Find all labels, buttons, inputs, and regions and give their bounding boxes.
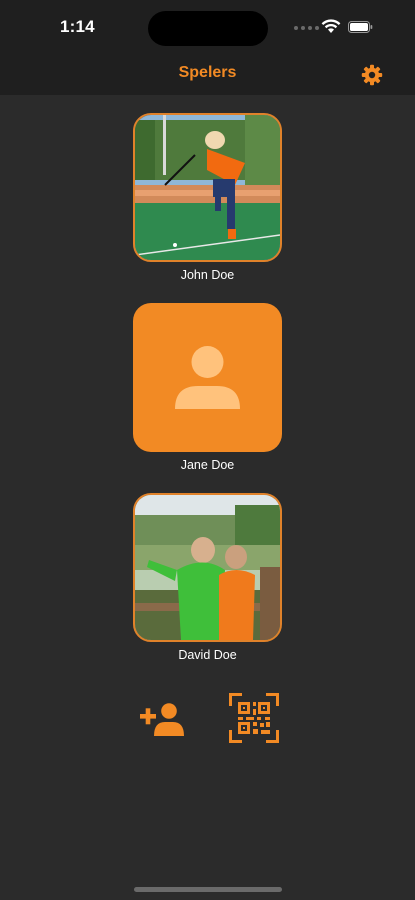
dynamic-island bbox=[148, 11, 268, 46]
person-add-icon bbox=[140, 703, 184, 736]
qr-code-scan-icon bbox=[229, 693, 279, 743]
player-name: Jane Doe bbox=[180, 458, 235, 472]
status-bar: 1:14 bbox=[0, 0, 415, 52]
person-placeholder-icon bbox=[175, 346, 240, 409]
navigation-bar: Spelers bbox=[0, 52, 415, 95]
two-boys-at-zoo-photo bbox=[135, 495, 280, 640]
players-list: John Doe Jane Doe David Doe bbox=[0, 95, 415, 900]
battery-icon bbox=[348, 20, 373, 33]
player-photo bbox=[133, 493, 282, 642]
add-player-button[interactable] bbox=[137, 698, 187, 738]
gear-icon bbox=[361, 64, 383, 86]
page-title: Spelers bbox=[178, 64, 237, 81]
player-photo bbox=[133, 303, 282, 452]
field-hockey-player-photo bbox=[135, 115, 280, 260]
scan-qr-button[interactable] bbox=[229, 693, 279, 743]
player-photo bbox=[133, 113, 282, 262]
home-indicator bbox=[134, 887, 282, 892]
player-card-david-doe[interactable]: David Doe bbox=[133, 493, 282, 663]
player-card-john-doe[interactable]: John Doe bbox=[133, 113, 282, 283]
player-name: John Doe bbox=[180, 268, 235, 282]
wifi-icon bbox=[321, 19, 341, 34]
cellular-signal-icon bbox=[294, 26, 320, 32]
status-time: 1:14 bbox=[60, 17, 95, 36]
player-name: David Doe bbox=[178, 648, 237, 662]
settings-button[interactable] bbox=[360, 63, 384, 87]
player-card-jane-doe[interactable]: Jane Doe bbox=[133, 303, 282, 473]
